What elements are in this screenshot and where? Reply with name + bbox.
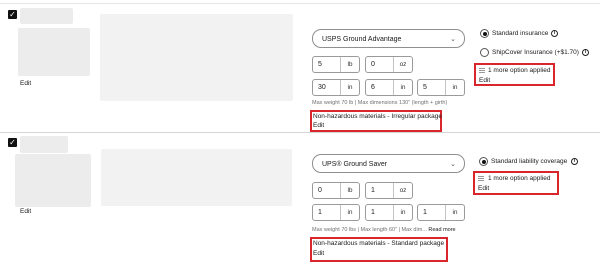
item-title-redacted	[20, 136, 68, 153]
shipping-service-select[interactable]: UPS® Ground Saver ⌄	[312, 154, 465, 173]
hazmat-label: Non-hazardous materials - Irregular pack…	[313, 113, 442, 120]
weight-lb-unit: lb	[340, 183, 359, 198]
shipping-service-value: UPS® Ground Saver	[322, 161, 388, 168]
package-limits-label: Max weight 70 lb | Max dimensions 130" (…	[312, 100, 448, 106]
options-edit-link[interactable]: Edit	[478, 185, 489, 192]
length-field[interactable]: 1 in	[312, 204, 360, 221]
width-unit: in	[393, 80, 412, 95]
shipping-service-value: USPS Ground Advantage	[322, 36, 402, 43]
width-value: 6	[371, 84, 375, 91]
shipping-service-select[interactable]: USPS Ground Advantage ⌄	[312, 29, 465, 48]
package-limits-text: Max weight 70 lbs | Max length 60" | Max…	[312, 227, 456, 233]
weight-lb-unit: lb	[340, 57, 359, 72]
item-image-redacted	[18, 28, 90, 76]
shipment-row: ✓ Edit UPS® Ground Saver ⌄ 0 lb 1 oz 1 i…	[0, 133, 600, 272]
insurance-standard-label: Standard liability coverage	[491, 158, 568, 165]
weight-oz-field[interactable]: 0 oz	[365, 56, 413, 73]
item-edit-link[interactable]: Edit	[20, 80, 31, 87]
insurance-shipcover-label: ShipCover Insurance (+$1.70)	[492, 49, 579, 56]
insurance-standard-radio[interactable]	[479, 157, 488, 166]
weight-oz-value: 0	[371, 61, 375, 68]
insurance-standard-label: Standard insurance	[492, 30, 549, 37]
insurance-shipcover-radio[interactable]	[480, 48, 489, 57]
weight-lb-value: 0	[318, 187, 322, 194]
chevron-down-icon: ⌄	[450, 36, 456, 43]
hazmat-edit-link[interactable]: Edit	[313, 250, 324, 257]
width-field[interactable]: 1 in	[365, 204, 413, 221]
length-field[interactable]: 30 in	[312, 79, 360, 96]
info-icon[interactable]: i	[571, 158, 578, 165]
width-unit: in	[393, 205, 412, 220]
shipment-row: ✓ Edit USPS Ground Advantage ⌄ 5 lb 0 oz…	[0, 0, 600, 133]
package-limits-label: Max weight 70 lbs | Max length 60" | Max…	[312, 227, 427, 233]
height-unit: in	[445, 80, 464, 95]
item-edit-link[interactable]: Edit	[20, 208, 31, 215]
weight-lb-field[interactable]: 5 lb	[312, 56, 360, 73]
options-list-icon	[479, 68, 485, 74]
options-applied-label: 1 more option applied	[488, 67, 551, 74]
options-applied-label: 1 more option applied	[488, 175, 551, 182]
weight-oz-value: 1	[371, 187, 375, 194]
hazmat-edit-link[interactable]: Edit	[313, 122, 324, 129]
options-edit-link[interactable]: Edit	[479, 77, 490, 84]
length-unit: in	[340, 205, 359, 220]
info-icon[interactable]: i	[582, 49, 589, 56]
width-field[interactable]: 6 in	[365, 79, 413, 96]
weight-oz-unit: oz	[393, 183, 412, 198]
weight-oz-unit: oz	[393, 57, 412, 72]
weight-lb-field[interactable]: 0 lb	[312, 182, 360, 199]
item-details-redacted	[101, 149, 292, 206]
package-limits-text: Max weight 70 lb | Max dimensions 130" (…	[312, 100, 447, 106]
item-checkbox[interactable]: ✓	[8, 138, 17, 147]
chevron-down-icon: ⌄	[450, 161, 456, 168]
item-title-redacted	[20, 8, 73, 24]
item-image-redacted	[15, 154, 91, 207]
height-value: 1	[423, 209, 427, 216]
width-value: 1	[371, 209, 375, 216]
item-details-redacted	[100, 14, 293, 101]
weight-lb-value: 5	[318, 61, 322, 68]
hazmat-label: Non-hazardous materials - Standard packa…	[313, 240, 445, 247]
length-value: 30	[318, 84, 326, 91]
item-checkbox[interactable]: ✓	[8, 10, 17, 19]
height-value: 5	[423, 84, 427, 91]
height-field[interactable]: 5 in	[417, 79, 465, 96]
read-more-link[interactable]: Read more	[428, 227, 455, 233]
length-unit: in	[340, 80, 359, 95]
info-icon[interactable]: i	[551, 30, 558, 37]
options-list-icon	[478, 176, 484, 182]
height-unit: in	[445, 205, 464, 220]
weight-oz-field[interactable]: 1 oz	[365, 182, 413, 199]
length-value: 1	[318, 209, 322, 216]
insurance-standard-radio[interactable]	[480, 29, 489, 38]
height-field[interactable]: 1 in	[417, 204, 465, 221]
